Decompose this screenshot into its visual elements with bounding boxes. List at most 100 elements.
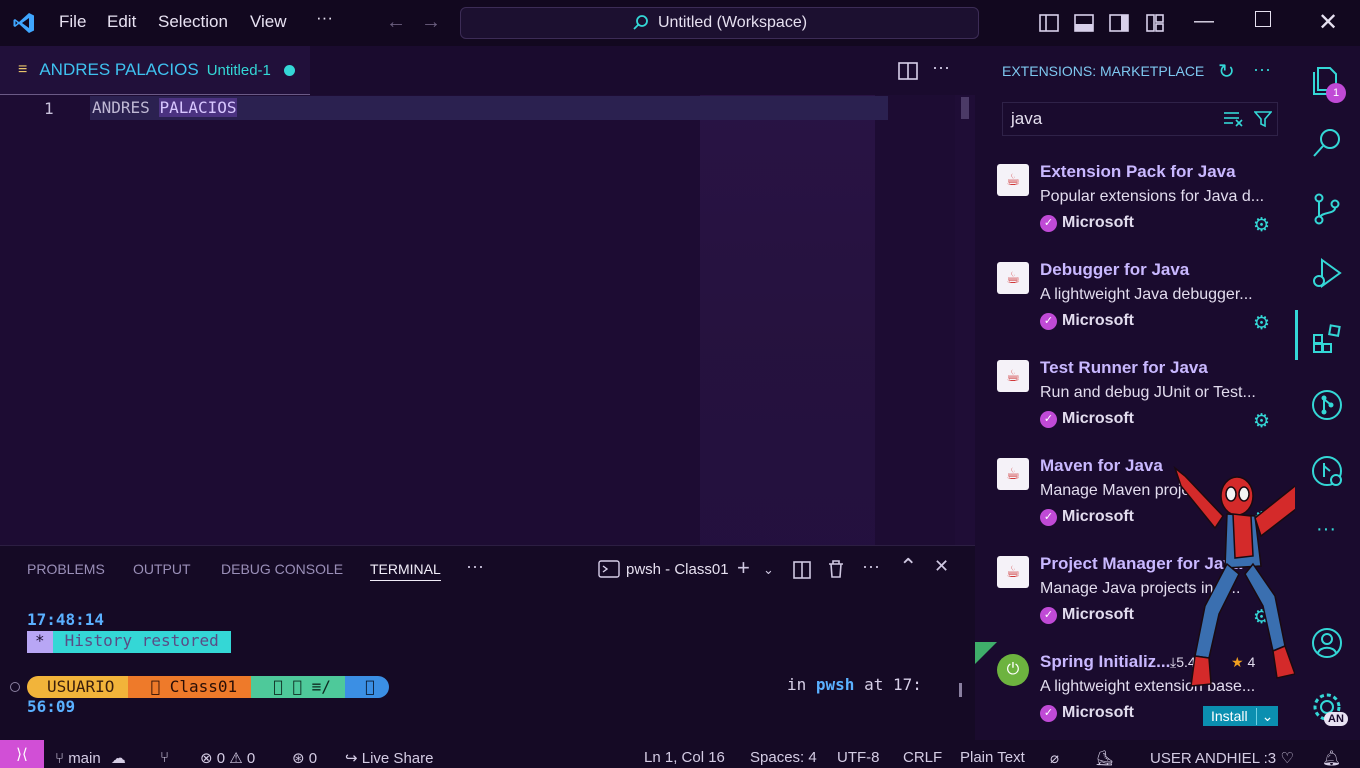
customize-layout-icon[interactable]	[1144, 12, 1166, 34]
menu-view[interactable]: View	[248, 12, 289, 32]
spring-power-icon: ⏻	[997, 654, 1029, 686]
run-debug-icon[interactable]	[1310, 256, 1344, 290]
problems-status[interactable]: ⊗ 0 ⚠ 0	[200, 749, 255, 767]
menu-edit[interactable]: Edit	[105, 12, 138, 32]
split-editor-icon[interactable]	[897, 60, 919, 82]
refresh-icon[interactable]: ↻	[1218, 59, 1235, 84]
editor-scroll-thumb[interactable]	[961, 97, 969, 119]
gear-icon[interactable]: ⚙	[1253, 214, 1270, 237]
extension-name: Maven for Java	[1040, 456, 1163, 475]
trash-icon[interactable]	[827, 559, 845, 579]
menu-selection[interactable]: Selection	[156, 12, 230, 32]
unsaved-dot-icon[interactable]	[283, 64, 295, 76]
text-file-icon: ≡	[18, 61, 28, 78]
search-value: java	[1011, 109, 1043, 128]
extension-publisher: ✓ Microsoft	[1040, 312, 1134, 330]
git-graph-status-icon[interactable]: ⑂	[160, 749, 169, 766]
extension-name: Test Runner for Java	[1040, 358, 1208, 377]
extension-publisher: ✓ Microsoft	[1040, 410, 1134, 428]
maximize-icon[interactable]	[1255, 11, 1271, 27]
install-dropdown-icon[interactable]: ⌄	[1255, 707, 1279, 725]
toggle-primary-sidebar-icon[interactable]	[1038, 12, 1060, 34]
verified-badge-icon: ✓	[1040, 312, 1057, 330]
account-icon[interactable]	[1310, 626, 1344, 660]
more-views-icon[interactable]: ···	[1316, 518, 1336, 541]
gear-icon[interactable]: ⚙	[1253, 312, 1270, 335]
terminal-dropdown-icon[interactable]: ⌄	[763, 562, 774, 578]
tab-output[interactable]: OUTPUT	[133, 561, 191, 577]
remote-explorer-icon[interactable]	[1310, 454, 1344, 488]
title-bar: File Edit Selection View ··· ← → Untitle…	[0, 0, 1360, 46]
editor-line-1[interactable]: ANDRES PALACIOS	[92, 98, 237, 117]
terminal-selector[interactable]: pwsh - Class01	[598, 559, 729, 579]
maximize-panel-icon[interactable]: ⌃	[899, 554, 917, 580]
text-word-2-selected: PALACIOS	[159, 98, 237, 117]
verified-badge-icon: ✓	[1040, 508, 1057, 526]
forward-arrow-icon[interactable]: →	[421, 11, 441, 34]
live-share-icon: ↪	[345, 750, 358, 767]
shoe-icon[interactable]: ⛸	[1095, 749, 1114, 767]
prompt-status-segment: 	[344, 676, 389, 698]
gear-icon[interactable]: ⚙	[1253, 410, 1270, 433]
editor-tab-bar: ≡ ANDRES PALACIOS Untitled-1 ···	[0, 46, 975, 95]
tab-subtitle: Untitled-1	[206, 61, 271, 79]
menu-more[interactable]: ···	[314, 8, 335, 28]
terminal-prompt-marker-icon	[10, 682, 20, 692]
panel-more-icon[interactable]: ···	[466, 556, 484, 577]
extension-item[interactable]: ☕ Debugger for Java A lightweight Java d…	[995, 260, 1285, 360]
filter-icon[interactable]	[1254, 110, 1272, 128]
panel-actions-more-icon[interactable]: ···	[862, 556, 880, 577]
close-window-icon[interactable]: ✕	[1318, 8, 1338, 37]
editor-scrollbar[interactable]	[955, 95, 975, 545]
tab-debug-console[interactable]: DEBUG CONSOLE	[221, 561, 343, 577]
sidebar-more-icon[interactable]: ···	[1253, 59, 1271, 80]
active-indicator	[1295, 310, 1298, 360]
split-terminal-icon[interactable]	[792, 560, 812, 580]
status-bar: ⟩⟨ ⑂ main ☁ ⑂ ⊗ 0 ⚠ 0 ⊛ 0 ↪ Live Share L…	[0, 740, 1360, 768]
git-graph-icon[interactable]	[1310, 388, 1344, 422]
search-icon[interactable]	[1310, 126, 1344, 160]
toggle-secondary-sidebar-icon[interactable]	[1108, 12, 1130, 34]
close-panel-icon[interactable]: ✕	[934, 556, 949, 577]
tab-problems[interactable]: PROBLEMS	[27, 561, 105, 577]
remote-indicator-icon[interactable]: ⟩⟨	[0, 740, 44, 768]
extension-publisher: ✓ Microsoft	[1040, 508, 1134, 526]
no-bell-icon[interactable]: ⌀	[1050, 749, 1059, 767]
source-control-icon[interactable]	[1310, 192, 1344, 226]
warning-icon: ⚠	[229, 750, 243, 767]
end-of-line[interactable]: CRLF	[903, 749, 942, 766]
extension-item[interactable]: ☕ Test Runner for Java Run and debug JUn…	[995, 358, 1285, 458]
activity-bar: 1 ··· AN	[1295, 46, 1360, 740]
install-button[interactable]: Install ⌄	[1203, 706, 1279, 726]
git-branch[interactable]: ⑂ main ☁	[55, 749, 126, 767]
extensions-search-input[interactable]: java	[1002, 102, 1278, 136]
terminal-time-wrap: 56:09	[27, 697, 76, 716]
extension-name: Extension Pack for Java	[1040, 162, 1236, 181]
indentation[interactable]: Spaces: 4	[750, 749, 817, 766]
prompt-user-segment: USUARIO	[27, 676, 129, 698]
extensions-icon[interactable]	[1310, 322, 1344, 356]
user-status[interactable]: USER ANDHIEL :3 ♡	[1150, 749, 1294, 767]
extension-item[interactable]: ☕ Extension Pack for Java Popular extens…	[995, 162, 1285, 262]
ports-status[interactable]: ⊛ 0	[292, 749, 317, 767]
notifications-bell-icon[interactable]: 🔔︎	[1322, 749, 1341, 767]
toggle-panel-icon[interactable]	[1073, 12, 1095, 34]
terminal-scrollbar[interactable]	[959, 683, 962, 697]
terminal-time: 17:48:14	[27, 610, 105, 629]
search-icon	[633, 15, 648, 30]
minimize-icon[interactable]: —	[1194, 10, 1214, 33]
menu-file[interactable]: File	[57, 12, 88, 32]
new-terminal-icon[interactable]: +	[737, 555, 750, 581]
back-arrow-icon[interactable]: ←	[386, 11, 406, 34]
live-share-button[interactable]: ↪ Live Share	[345, 749, 433, 767]
encoding[interactable]: UTF-8	[837, 749, 880, 766]
language-mode[interactable]: Plain Text	[960, 749, 1025, 766]
editor-area[interactable]: 1 ANDRES PALACIOS	[0, 95, 975, 545]
editor-more-actions-icon[interactable]: ···	[932, 57, 950, 78]
tab-terminal[interactable]: TERMINAL	[370, 561, 441, 581]
clear-filter-icon[interactable]	[1223, 111, 1243, 127]
cursor-position[interactable]: Ln 1, Col 16	[644, 749, 725, 766]
command-center[interactable]: Untitled (Workspace)	[460, 7, 979, 39]
vscode-logo-icon	[13, 13, 34, 33]
editor-tab-untitled-1[interactable]: ≡ ANDRES PALACIOS Untitled-1	[0, 46, 310, 95]
